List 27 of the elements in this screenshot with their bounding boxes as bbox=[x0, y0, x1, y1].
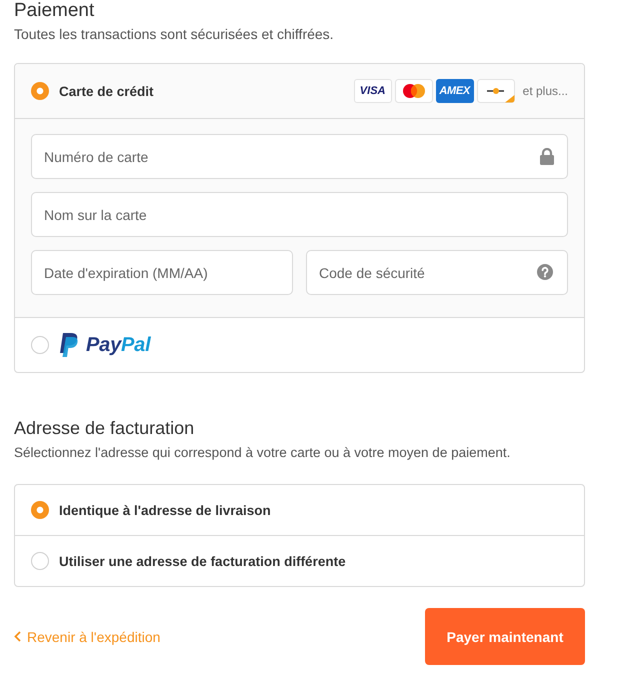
option-label: Utiliser une adresse de facturation différente bbox=[59, 554, 346, 568]
expiry-date-field[interactable]: Date d'expiration (MM/AA) bbox=[31, 250, 293, 295]
option-label: Carte de crédit bbox=[59, 84, 154, 98]
paypal-p-icon bbox=[59, 333, 79, 357]
section-heading: Adresse de facturation bbox=[14, 417, 196, 440]
security-code-field[interactable]: Code de sécurité bbox=[306, 250, 568, 295]
option-label: Identique à l'adresse de livraison bbox=[59, 502, 271, 518]
overlapping-circles-logo-icon bbox=[394, 79, 433, 103]
card-brand-logo: VISA bbox=[354, 79, 392, 103]
more-brands-text: et plus... bbox=[522, 84, 568, 98]
paypal-wordmark: PayPal bbox=[86, 334, 150, 356]
lock-icon bbox=[540, 148, 554, 165]
name-field[interactable]: Nom sur la carte bbox=[31, 192, 568, 237]
radio-button[interactable] bbox=[31, 552, 49, 570]
generic-card-icon bbox=[476, 79, 515, 103]
card-brand-logo: AMEX bbox=[436, 79, 474, 103]
section-heading: Paiement bbox=[14, 0, 96, 22]
help-icon[interactable] bbox=[537, 264, 553, 280]
section-description: Sélectionnez l'adresse qui correspond à votre carte ou à votre moyen de paiement. bbox=[14, 444, 512, 462]
radio-button[interactable] bbox=[31, 501, 49, 519]
card-number-field[interactable]: Numéro de carte bbox=[31, 134, 568, 179]
section-description: Toutes les transactions sont sécurisées et chiffrées. bbox=[14, 25, 335, 44]
pay-now-button[interactable]: Payer maintenant bbox=[425, 608, 585, 665]
radio-button[interactable] bbox=[31, 82, 49, 100]
back-link[interactable]: Revenir à l'expédition bbox=[14, 628, 160, 644]
radio-button[interactable] bbox=[31, 336, 49, 354]
chevron-left-icon bbox=[14, 631, 21, 642]
